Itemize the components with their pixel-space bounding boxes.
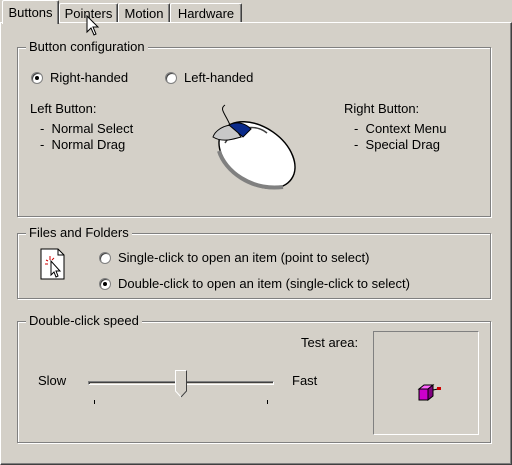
document-click-icon <box>40 248 65 280</box>
slider-tick <box>267 400 268 404</box>
fast-label: Fast <box>292 373 318 388</box>
radio-label: Double-click to open an item (single-cli… <box>118 276 410 291</box>
test-area[interactable] <box>373 331 479 435</box>
left-button-heading: Left Button: <box>30 101 97 116</box>
right-button-action: - Special Drag <box>354 137 440 152</box>
tab-bar: Buttons Pointers Motion Hardware <box>0 0 512 24</box>
mouse-icon <box>212 104 296 190</box>
tab-buttons[interactable]: Buttons <box>2 0 59 24</box>
radio-label: Single-click to open an item (point to s… <box>118 250 370 265</box>
radio-label: Left-handed <box>184 70 254 85</box>
test-area-label: Test area: <box>301 335 359 350</box>
tab-hardware[interactable]: Hardware <box>170 3 242 22</box>
radio-checked-icon <box>99 277 111 290</box>
right-button-action: - Context Menu <box>354 121 447 136</box>
group-title: Files and Folders <box>26 225 132 241</box>
group-title: Double-click speed <box>26 313 142 329</box>
slow-label: Slow <box>38 373 67 388</box>
right-handed-radio[interactable]: Right-handed <box>31 70 128 85</box>
left-handed-radio[interactable]: Left-handed <box>165 70 253 85</box>
tab-motion[interactable]: Motion <box>118 3 170 22</box>
double-click-radio[interactable]: Double-click to open an item (single-cli… <box>99 276 410 291</box>
right-button-heading: Right Button: <box>344 101 420 116</box>
radio-checked-icon <box>31 71 43 84</box>
radio-unchecked-icon <box>99 251 111 264</box>
left-button-action: - Normal Select <box>40 121 134 136</box>
jack-in-the-box-icon <box>417 383 441 402</box>
single-click-radio[interactable]: Single-click to open an item (point to s… <box>99 250 369 265</box>
slider-tick <box>94 400 95 404</box>
mouse-cursor-icon <box>86 15 100 36</box>
radio-label: Right-handed <box>50 70 129 85</box>
double-click-speed-slider[interactable] <box>88 368 274 408</box>
radio-unchecked-icon <box>165 71 177 84</box>
left-button-action: - Normal Drag <box>40 137 126 152</box>
slider-thumb[interactable] <box>174 370 187 398</box>
group-title: Button configuration <box>26 39 148 55</box>
